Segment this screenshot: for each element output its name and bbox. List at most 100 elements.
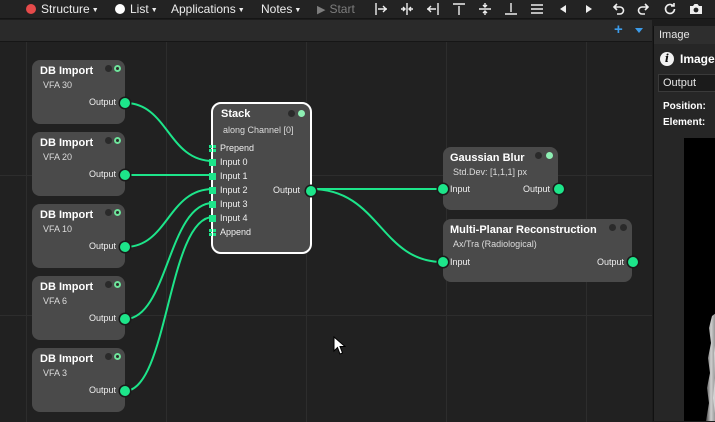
output-select-value: Output [663,77,697,89]
ready-indicator-icon [114,281,121,288]
db-import-node[interactable]: DB Import VFA 10 Output [32,204,130,268]
output-port[interactable] [120,98,130,108]
node-subtitle: Ax/Tra (Radiological) [453,239,537,249]
append-port[interactable] [209,229,216,236]
status-indicator-icon [105,281,112,288]
align-center-horizontal-icon[interactable] [399,1,415,17]
input-port[interactable] [438,184,448,194]
node-subtitle: Std.Dev: [1,1,1] px [453,167,528,177]
panel-tab-title[interactable]: Image [659,29,690,41]
ready-indicator-icon [546,152,553,159]
chevron-down-icon: ▼ [150,7,158,14]
input-port-label: Input 1 [220,171,248,181]
status-indicator-icon [105,65,112,72]
status-indicator-icon [288,110,295,117]
chevron-down-icon: ▼ [91,7,99,14]
node-title: Gaussian Blur [450,152,525,164]
triangle-right-icon[interactable] [581,1,597,17]
output-port[interactable] [306,186,316,196]
output-select[interactable]: Output [658,74,715,92]
input-port[interactable] [209,201,216,208]
input-port-label: Input 3 [220,199,248,209]
input-port-label: Input 4 [220,213,248,223]
input-port-label: Input [450,184,471,194]
panel-header: Image [654,26,715,44]
position-label: Position: [663,101,706,112]
mouse-cursor-icon [333,336,346,355]
red-dot-icon [26,4,36,14]
ready-indicator-icon [114,353,121,360]
output-port[interactable] [628,257,638,267]
db-import-node[interactable]: DB Import VFA 20 Output [32,132,130,196]
input-port[interactable] [438,257,448,267]
stack-node[interactable]: Stack along Channel [0] Prepend Input 0 … [209,102,316,254]
align-left-icon[interactable] [373,1,389,17]
menu-notes[interactable]: Notes ▼ [261,2,301,16]
wire-vfa30-input0 [124,102,214,162]
redo-icon[interactable] [636,1,652,17]
wire-vfa3-input4 [124,216,214,392]
output-port[interactable] [120,170,130,180]
output-port[interactable] [120,242,130,252]
prepend-port[interactable] [209,145,216,152]
output-port[interactable] [120,314,130,324]
node-subtitle: VFA 3 [43,368,68,378]
node-title: DB Import [40,137,94,149]
output-port-label: Output [89,169,117,179]
gaussian-blur-node[interactable]: Gaussian Blur Std.Dev: [1,1,1] px Input … [438,147,564,210]
output-port[interactable] [554,184,564,194]
ready-indicator-icon [114,137,121,144]
menu-structure-label: Structure [41,2,90,16]
input-port[interactable] [209,159,216,166]
align-middle-icon[interactable] [477,1,493,17]
db-import-node[interactable]: DB Import VFA 6 Output [32,276,130,340]
output-port-label: Output [597,257,625,267]
status-indicator-icon [535,152,542,159]
menu-applications[interactable]: Applications ▼ [171,2,245,16]
scan-image [706,313,715,421]
align-top-icon[interactable] [451,1,467,17]
output-port[interactable] [120,386,130,396]
output-port-label: Output [523,184,551,194]
mpr-node[interactable]: Multi-Planar Reconstruction Ax/Tra (Radi… [438,219,638,282]
align-bottom-icon[interactable] [503,1,519,17]
input-port-label: Input 0 [220,157,248,167]
top-toolbar: ▼ Structure▼ List▼ Applications▼ Notes▼ … [0,0,715,19]
status-indicator-icon [105,137,112,144]
node-subtitle: VFA 20 [43,152,73,162]
ready-indicator-icon [114,209,121,216]
graph-editor[interactable]: + DB Import VFA 30 Output DB Import VFA [0,20,652,422]
output-port-label: Output [273,185,301,195]
output-port-label: Output [89,97,117,107]
start-button[interactable]: ▶ Start [317,2,355,16]
status-indicator-icon [609,224,616,231]
start-label: Start [329,2,355,16]
menu-structure[interactable]: Structure ▼ [26,2,99,16]
refresh-icon[interactable] [662,1,678,17]
status-indicator-icon [105,353,112,360]
menu-list-label: List [130,2,149,16]
input-port[interactable] [209,187,216,194]
align-right-icon[interactable] [425,1,441,17]
menu-arrow-prev[interactable]: ▼ [0,2,1,16]
image-panel: Image i Image Output Position: Element: [653,26,715,421]
play-icon: ▶ [317,4,326,16]
output-port-label: Output [89,241,117,251]
input-port[interactable] [209,173,216,180]
distribute-icon[interactable] [529,1,545,17]
node-subtitle: VFA 30 [43,80,73,90]
panel-title: Image [680,52,715,66]
node-title: DB Import [40,65,94,77]
input-port-label: Input 2 [220,185,248,195]
menu-list[interactable]: List ▼ [115,2,158,16]
node-subtitle: along Channel [0] [223,125,294,135]
triangle-left-icon[interactable] [555,1,571,17]
wire-stack-mpr [310,188,444,263]
input-port[interactable] [209,215,216,222]
wire-vfa10-input2 [124,188,214,248]
undo-icon[interactable] [610,1,626,17]
db-import-node[interactable]: DB Import VFA 3 Output [32,348,130,412]
camera-icon[interactable] [688,1,704,17]
db-import-node[interactable]: DB Import VFA 30 Output [32,60,130,124]
image-viewport[interactable] [684,138,715,421]
